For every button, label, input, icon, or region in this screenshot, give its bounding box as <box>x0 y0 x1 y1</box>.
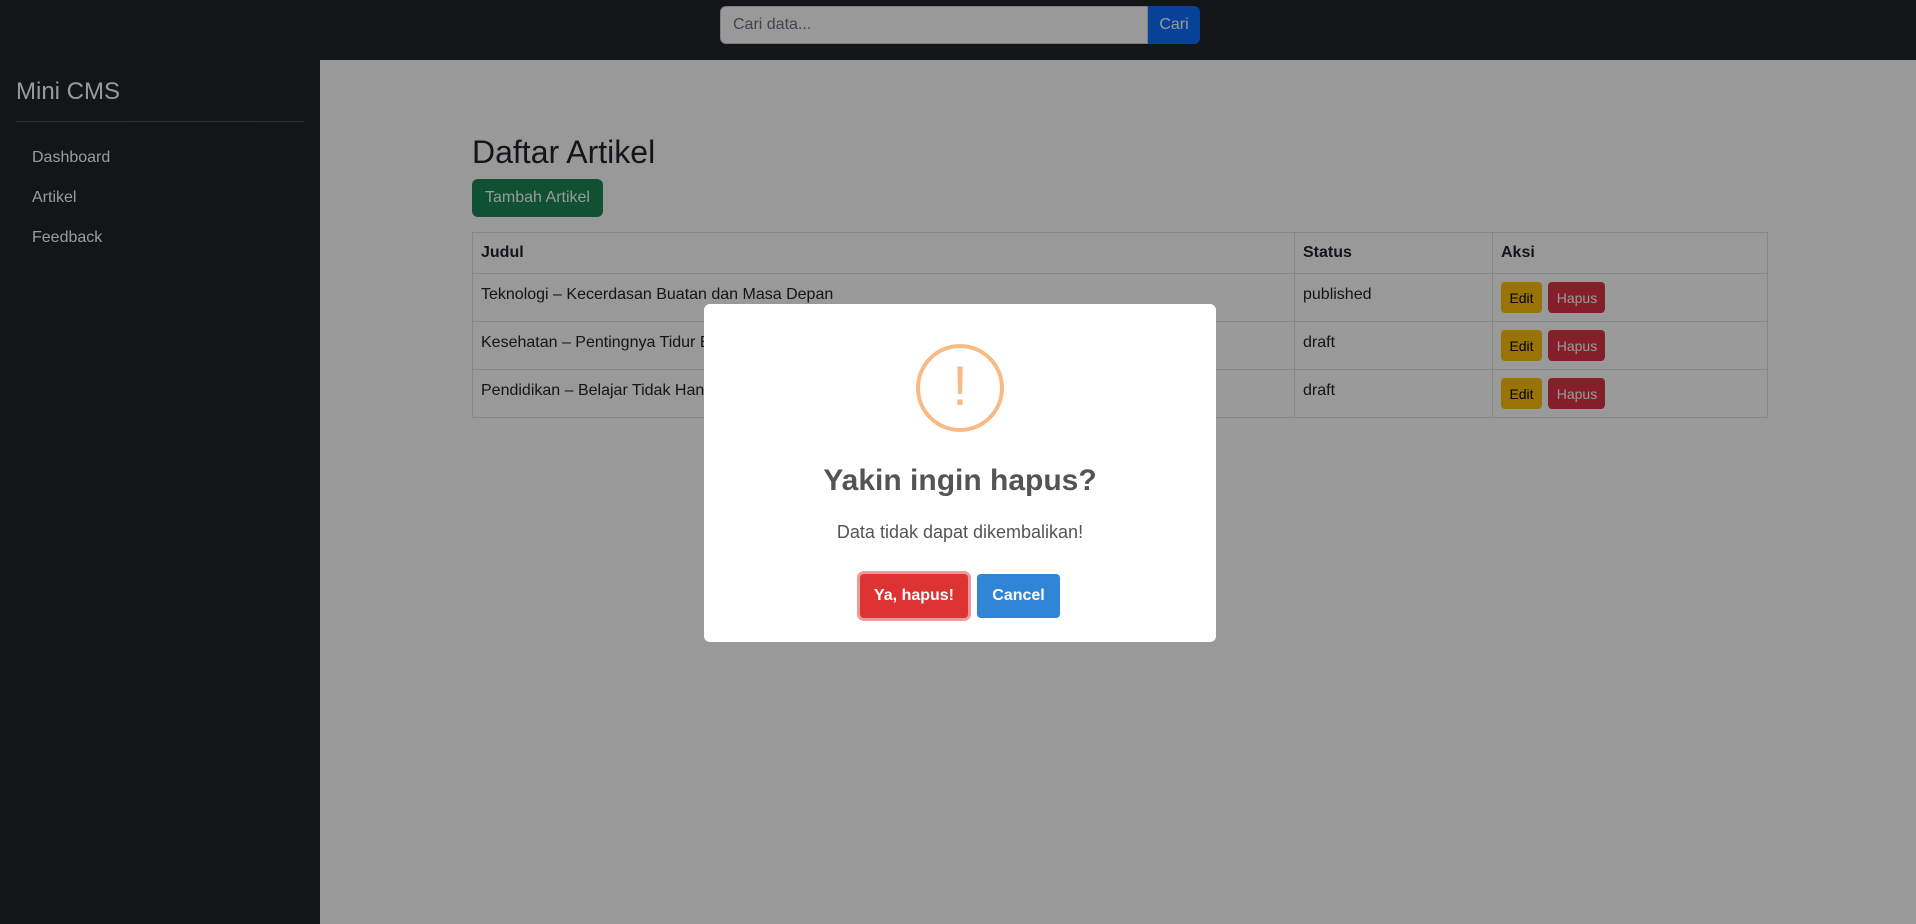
cancel-button[interactable]: Cancel <box>977 574 1060 618</box>
dialog-text: Data tidak dapat dikembalikan! <box>836 522 1084 542</box>
warning-icon: ! <box>916 344 1004 432</box>
warning-icon-glyph: ! <box>952 354 968 417</box>
delete-confirm-dialog: ! Yakin ingin hapus? Data tidak dapat di… <box>704 304 1216 642</box>
dialog-title: Yakin ingin hapus? <box>823 464 1097 497</box>
confirm-delete-button[interactable]: Ya, hapus! <box>860 574 968 618</box>
dialog-actions: Ya, hapus! Cancel <box>704 574 1216 618</box>
